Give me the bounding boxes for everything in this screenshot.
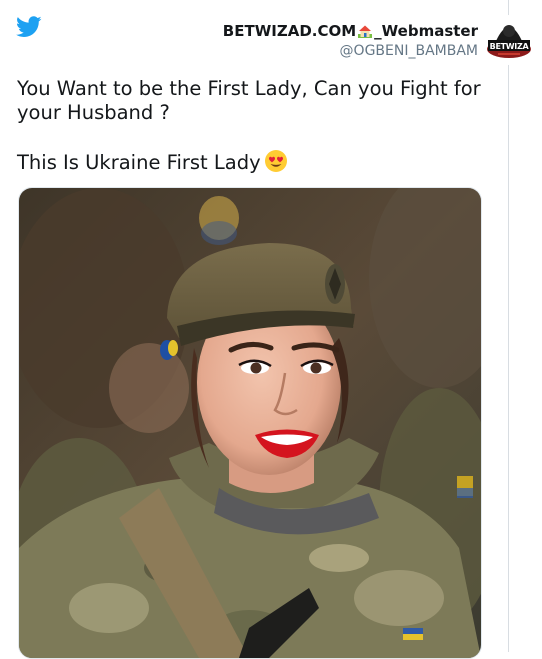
heart-eyes-emoji-icon — [264, 150, 287, 172]
avatar-text: BETWIZA — [489, 42, 529, 51]
house-emoji-icon — [358, 25, 373, 38]
soldier-photo-image — [19, 188, 481, 658]
avatar[interactable]: BETWIZA — [484, 15, 534, 65]
tweet-line-1: You Want to be the First Lady, Can you F… — [17, 77, 481, 124]
author-block[interactable]: BETWIZAD.COM _Webmaster @OGBENI_BAMBAM — [223, 22, 478, 60]
avatar-logo-icon — [485, 16, 533, 64]
tweet-text: You Want to be the First Lady, Can you F… — [17, 77, 487, 175]
tweet-line-2-wrap: This Is Ukraine First Lady — [17, 149, 487, 175]
tweet-card: BETWIZAD.COM _Webmaster @OGBENI_BAMBAM B… — [0, 0, 534, 659]
author-handle[interactable]: @OGBENI_BAMBAM — [223, 43, 478, 60]
tweet-line-2: This Is Ukraine First Lady — [17, 151, 261, 174]
tweet-photo[interactable] — [18, 187, 482, 659]
twitter-bird-icon[interactable] — [16, 16, 42, 38]
display-name[interactable]: BETWIZAD.COM _Webmaster — [223, 22, 478, 40]
